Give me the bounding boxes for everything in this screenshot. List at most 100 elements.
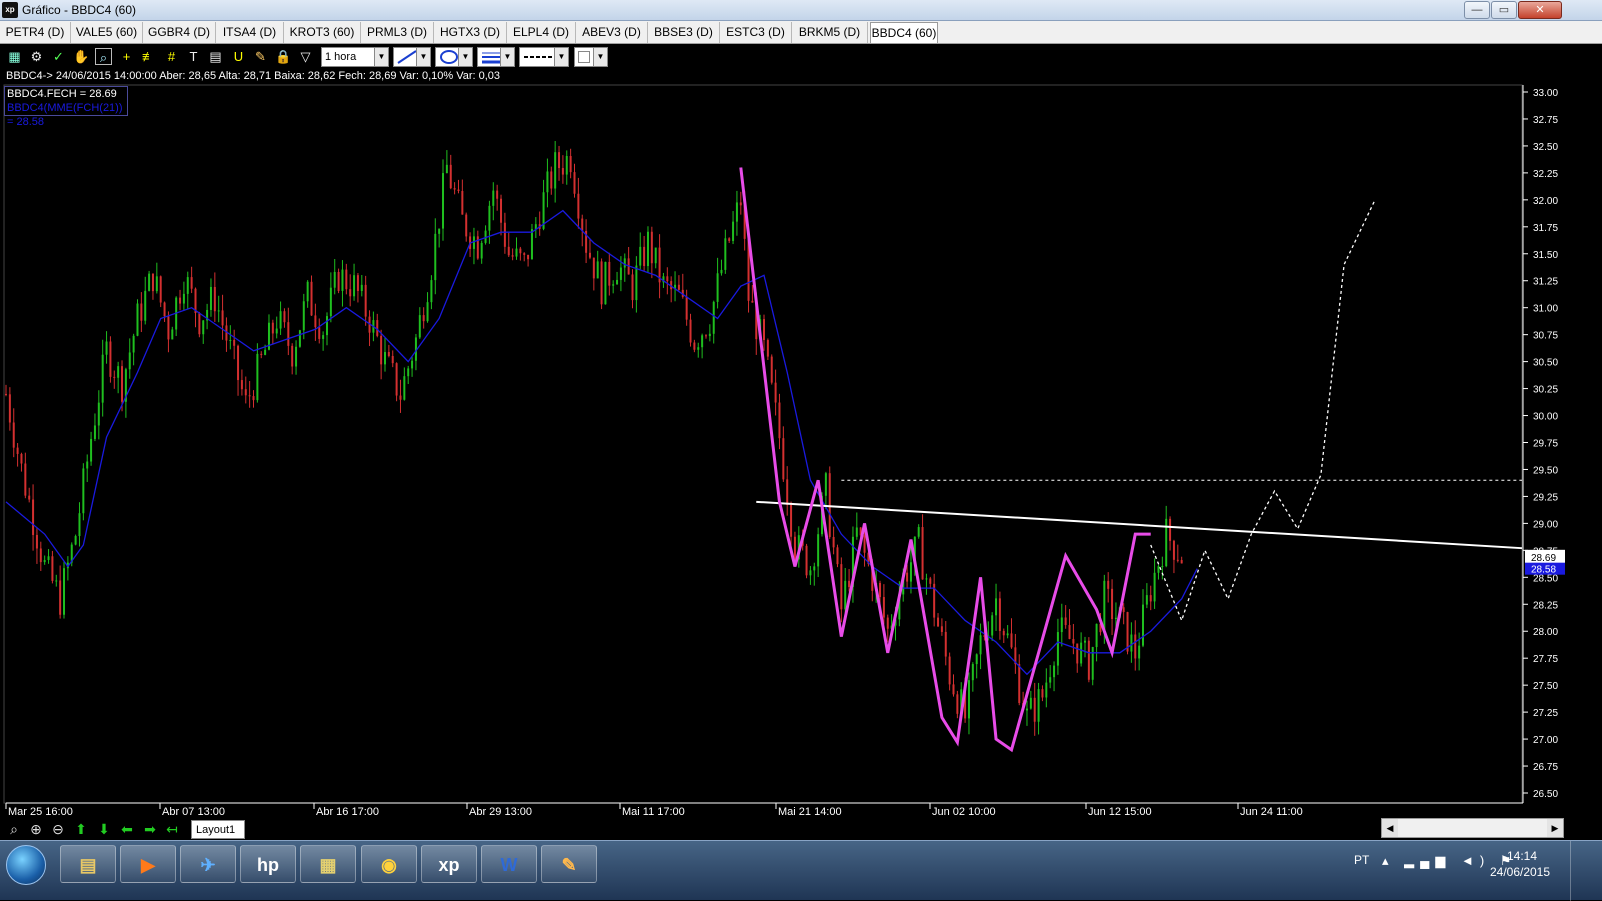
candle-down [24,463,27,496]
y-tick-label: 26.50 [1533,789,1558,800]
candle-up [136,303,139,336]
projection-dotted-path[interactable] [1150,199,1376,623]
y-tick-label: 28.25 [1533,600,1558,611]
candle-down [28,495,31,500]
candle-up [813,566,816,571]
y-tick-label: 26.75 [1533,762,1558,773]
candle-down [581,218,584,231]
candle-down [573,172,576,194]
candle-up [1037,689,1040,722]
y-tick-label: 29.00 [1533,519,1558,530]
zoom-out-icon[interactable]: ⊖ [48,819,68,839]
xp-platform-taskbar-button[interactable]: xp [421,845,477,883]
chrome-taskbar-button[interactable]: ◉ [361,845,417,883]
candle-down [364,284,367,317]
candle-down [1180,560,1183,564]
candle-down [778,402,781,439]
plot-frame [3,84,1523,804]
clock-time[interactable]: 14:14 [1492,849,1552,863]
candle-down [677,284,680,290]
scanner-app-taskbar-button[interactable]: ▦ [300,845,356,883]
y-tick-label: 29.25 [1533,492,1558,503]
clock-date[interactable]: 24/06/2015 [1480,865,1560,879]
candle-down [1087,640,1090,680]
neckline-trendline[interactable] [756,500,1523,550]
price-chart[interactable]: 33.00 32.75 32.50 32.25 32.00 31.75 31.50 31.25… [0,0,1602,818]
explorer-taskbar-button[interactable]: ▤ [60,845,116,883]
x-tick-label: Jun 12 15:00 [1088,806,1152,818]
word-taskbar-button[interactable]: W [481,845,537,883]
candle-down [213,286,216,312]
candle-up [384,352,386,365]
candle-down [244,389,247,396]
arrow-up-icon[interactable]: ⬆ [71,819,91,839]
start-button[interactable] [6,845,46,885]
candle-up [604,261,607,305]
candle-down [252,396,255,401]
arrow-left-icon[interactable]: ⬅ [117,819,137,839]
y-tick-label: 30.25 [1533,385,1558,396]
language-indicator[interactable]: PT [1354,853,1369,867]
candle-down [1149,595,1152,602]
y-tick-label: 31.50 [1533,250,1558,261]
candle-up [646,231,649,267]
y-tick-label: 27.00 [1533,735,1558,746]
scroll-left-button[interactable]: ◀ [1382,819,1398,837]
x-tick-label: Abr 07 13:00 [162,806,225,818]
candle-down [287,322,290,346]
candle-up [971,664,974,681]
candle-down [763,319,765,341]
candle-up [654,247,657,264]
candle-down [121,366,124,402]
candle-up [275,328,278,334]
candle-down [739,202,742,206]
y-tick-label: 29.75 [1533,439,1558,450]
candle-down [886,617,889,629]
candle-down [240,380,243,390]
y-tick-label: 31.25 [1533,277,1558,288]
candle-down [32,499,35,535]
show-desktop-button[interactable] [1570,841,1602,901]
candle-down [500,198,503,223]
candle-down [422,315,425,322]
candle-up [1060,617,1063,633]
candle-up [128,352,131,370]
zoom-in-icon[interactable]: ⊕ [26,819,46,839]
candle-up [712,301,715,334]
arrow-down-icon[interactable]: ⬇ [94,819,114,839]
hp-app-taskbar-button[interactable]: hp [240,845,296,883]
layout-tab[interactable]: Layout1 [191,820,245,839]
candle-down [151,273,154,292]
candle-up [155,276,158,292]
candle-up [97,402,100,426]
media-player-taskbar-button[interactable]: ▶ [120,845,176,883]
candle-up [619,267,622,280]
candle-up [1091,647,1094,680]
candle-up [979,635,982,655]
candle-up [1157,566,1160,573]
y-tick-label: 32.00 [1533,196,1558,207]
arrow-right-icon[interactable]: ➡ [140,819,160,839]
candle-down [5,393,7,395]
paint-taskbar-button[interactable]: ✎ [541,845,597,883]
candle-down [1126,612,1129,652]
candle-up [1130,634,1133,652]
scroll-right-button[interactable]: ▶ [1547,819,1563,837]
arrow-end-icon[interactable]: ↤ [162,819,182,839]
y-tick-label: 27.25 [1533,708,1558,719]
candle-up [515,248,518,257]
candle-down [832,536,835,548]
network-app-taskbar-button[interactable]: ✈ [180,845,236,883]
candle-down [1068,625,1071,639]
candle-up [1006,633,1009,636]
y-tick-label: 29.50 [1533,465,1558,476]
candle-down [12,422,15,448]
horizontal-scrollbar[interactable]: ◀ ▶ [1381,818,1564,838]
candle-down [1018,664,1021,703]
candle-up [596,261,599,279]
candle-down [770,356,773,383]
candle-down [643,246,646,267]
candle-down [1169,518,1172,541]
candle-down [461,190,464,215]
zoom-icon[interactable]: ⌕ [4,819,24,839]
